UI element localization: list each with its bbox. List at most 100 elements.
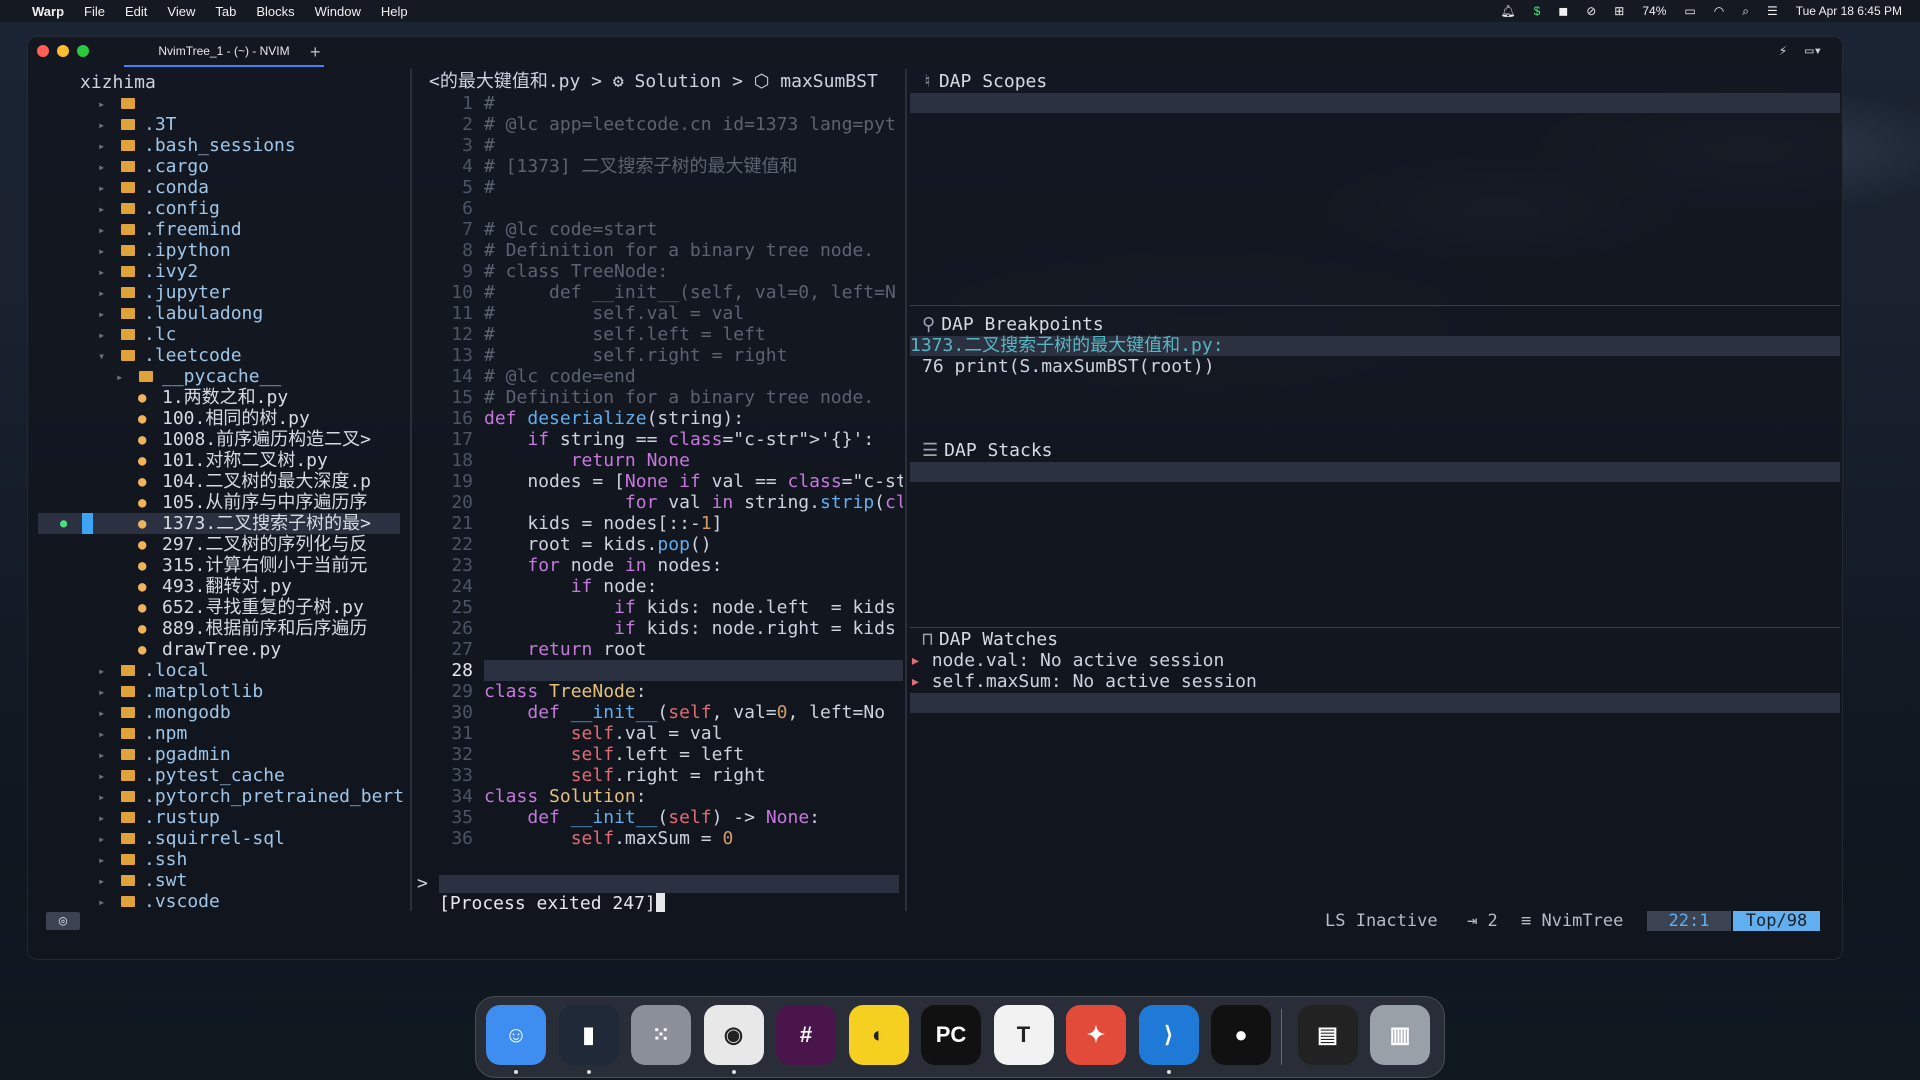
tree-file-item[interactable]: ● 105.从前序与中序遍历序 xyxy=(38,492,400,513)
tree-folder-item[interactable]: ▸ .3T xyxy=(38,114,400,135)
input-method-icon[interactable]: ⊞ xyxy=(1614,4,1624,18)
tree-folder-item[interactable]: ▸ .squirrel-sql xyxy=(38,828,400,849)
code-line[interactable]: # Definition for a binary tree node. xyxy=(484,387,874,408)
expand-arrow-icon[interactable]: ▸ xyxy=(910,671,932,692)
tree-folder-item[interactable]: ▸ .freemind xyxy=(38,219,400,240)
chevron-right-icon[interactable]: ▸ xyxy=(98,262,105,283)
code-line[interactable]: self.maxSum = 0 xyxy=(484,828,734,849)
qq-app-icon[interactable]: ● xyxy=(1211,1005,1271,1065)
chrome-app-icon[interactable]: ◉ xyxy=(703,1005,764,1065)
tree-file-item[interactable]: ● drawTree.py xyxy=(38,639,400,660)
code-line[interactable]: # [1373] 二叉搜索子树的最大键值和 xyxy=(484,156,798,177)
chevron-right-icon[interactable]: ▸ xyxy=(98,199,105,220)
menu-view[interactable]: View xyxy=(167,4,195,19)
code-line[interactable]: return root xyxy=(484,639,646,660)
wifi-icon[interactable]: ◠ xyxy=(1714,4,1724,18)
close-button[interactable] xyxy=(37,45,49,57)
activity-app-icon[interactable]: ▤ xyxy=(1297,1005,1358,1065)
chevron-right-icon[interactable]: ▸ xyxy=(98,241,105,262)
chevron-right-icon[interactable]: ▸ xyxy=(98,787,105,808)
tree-folder-item[interactable]: ▸ .matplotlib xyxy=(38,681,400,702)
pycharm-app-icon[interactable]: PC xyxy=(921,1005,981,1065)
code-line[interactable]: # class TreeNode: xyxy=(484,261,668,282)
code-line[interactable]: def __init__(self, val=0, left=No xyxy=(484,702,885,723)
breakpoint-line[interactable]: 76 print(S.maxSumBST(root)) xyxy=(922,356,1215,377)
chevron-right-icon[interactable]: ▸ xyxy=(98,850,105,871)
tree-folder-item[interactable]: ▸ .mongodb xyxy=(38,702,400,723)
code-line[interactable]: # @lc code=start xyxy=(484,219,657,240)
menu-help[interactable]: Help xyxy=(381,4,408,19)
warp-app-icon[interactable]: ▮ xyxy=(558,1005,619,1065)
tree-folder-item[interactable]: ▸ .jupyter xyxy=(38,282,400,303)
tree-file-item[interactable]: ● 101.对称二叉树.py xyxy=(38,450,400,471)
expand-arrow-icon[interactable]: ▸ xyxy=(910,650,932,671)
code-line[interactable]: return None xyxy=(484,450,690,471)
tab-nvimtree[interactable]: NvimTree_1 - (~) - NVIM xyxy=(124,37,324,67)
vscode-app-icon[interactable]: ⟩ xyxy=(1138,1005,1199,1065)
tree-root-label[interactable]: xizhima xyxy=(80,72,156,93)
code-editor[interactable]: <的最大键值和.py > ⚙ Solution > ⬡ maxSumBST 1 #… xyxy=(413,69,903,911)
typora-app-icon[interactable]: T xyxy=(993,1005,1054,1065)
watch-item[interactable]: ▸ node.val: No active session xyxy=(910,650,1224,671)
search-icon[interactable]: ⌕ xyxy=(1742,4,1749,19)
tree-folder-item[interactable]: ▸ .labuladong xyxy=(38,303,400,324)
chevron-right-icon[interactable]: ▸ xyxy=(98,283,105,304)
launchpad-app-icon[interactable]: ⁙ xyxy=(631,1005,691,1065)
menu-app-name[interactable]: Warp xyxy=(32,4,64,19)
tree-folder-item[interactable]: ▸ .local xyxy=(38,660,400,681)
tree-file-item[interactable]: ● 100.相同的树.py xyxy=(38,408,400,429)
app-yellow-icon[interactable]: ◐ xyxy=(848,1005,909,1065)
chevron-right-icon[interactable]: ▸ xyxy=(98,745,105,766)
tree-folder-item[interactable]: ▸ .swt xyxy=(38,870,400,891)
chevron-right-icon[interactable]: ▸ xyxy=(98,724,105,745)
chevron-right-icon[interactable]: ▸ xyxy=(98,808,105,829)
tree-folder-item[interactable]: ▸ .npm xyxy=(38,723,400,744)
chevron-down-icon[interactable]: ▾ xyxy=(98,346,105,367)
code-line[interactable]: # Definition for a binary tree node. xyxy=(484,240,874,261)
tree-folder-item[interactable]: ▸ .config xyxy=(38,198,400,219)
tree-folder-item[interactable]: ▸ .ipython xyxy=(38,240,400,261)
code-line[interactable]: # self.val = val xyxy=(484,303,744,324)
code-line[interactable]: def __init__(self) -> None: xyxy=(484,807,820,828)
code-line[interactable]: if kids: node.left = kids xyxy=(484,597,896,618)
tree-folder-item[interactable]: ▸ .conda xyxy=(38,177,400,198)
chevron-right-icon[interactable]: ▸ xyxy=(98,703,105,724)
tree-file-item[interactable]: ● 104.二叉树的最大深度.p xyxy=(38,471,400,492)
chevron-right-icon[interactable]: ▸ xyxy=(98,157,105,178)
code-line[interactable]: # xyxy=(484,177,495,198)
code-line[interactable]: root = kids.pop() xyxy=(484,534,711,555)
control-center-icon[interactable]: ☰ xyxy=(1767,4,1778,18)
tree-folder-item[interactable]: ▸ .pgadmin xyxy=(38,744,400,765)
app-red-icon[interactable]: ✦ xyxy=(1066,1005,1126,1065)
tree-folder-item[interactable]: ▸ .pytest_cache xyxy=(38,765,400,786)
code-line[interactable]: class Solution: xyxy=(484,786,647,807)
tree-folder-item[interactable]: ▸ .rustup xyxy=(38,807,400,828)
code-line[interactable]: kids = nodes[::-1] xyxy=(484,513,722,534)
layout-menu-icon[interactable]: ▭▾ xyxy=(1805,43,1822,59)
code-line[interactable]: nodes = [None if val == class="c-str">'n… xyxy=(484,471,903,492)
slack-app-icon[interactable]: # xyxy=(776,1005,836,1065)
tree-folder-item[interactable]: ▸ .pytorch_pretrained_bert xyxy=(38,786,404,808)
chevron-right-icon[interactable]: ▸ xyxy=(98,115,105,136)
tree-folder-item[interactable]: ▸ .lc xyxy=(38,324,400,345)
menu-file[interactable]: File xyxy=(84,4,105,19)
dap-stacks-bar[interactable] xyxy=(910,462,1840,482)
zoom-button[interactable] xyxy=(77,45,89,57)
watch-item[interactable]: ▸ self.maxSum: No active session xyxy=(910,671,1257,692)
chevron-right-icon[interactable]: ▸ xyxy=(98,220,105,241)
code-line[interactable]: # @lc app=leetcode.cn id=1373 lang=pyt xyxy=(484,114,896,135)
tree-folder-item[interactable]: ▸ .ssh xyxy=(38,849,400,870)
terminal-input[interactable] xyxy=(439,875,899,893)
code-line[interactable]: # def __init__(self, val=0, left=N xyxy=(484,282,896,303)
tree-folder-item[interactable]: ▸ xyxy=(38,93,400,114)
tree-file-item[interactable]: ● 889.根据前序和后序遍历 xyxy=(38,618,400,639)
chevron-right-icon[interactable]: ▸ xyxy=(98,304,105,325)
menu-blocks[interactable]: Blocks xyxy=(256,4,294,19)
tree-folder-item[interactable]: ▾ .leetcode xyxy=(38,345,400,366)
chevron-right-icon[interactable]: ▸ xyxy=(98,136,105,157)
tree-file-item[interactable]: ● 1373.二叉搜索子树的最> ● xyxy=(38,513,400,534)
mute-icon[interactable]: ⊘ xyxy=(1586,4,1596,18)
dap-watches-bar[interactable] xyxy=(910,693,1840,713)
breakpoint-file[interactable]: 1373.二叉搜索子树的最大键值和.py: xyxy=(910,335,1224,356)
tree-folder-item[interactable]: ▸ __pycache__ xyxy=(38,366,400,387)
